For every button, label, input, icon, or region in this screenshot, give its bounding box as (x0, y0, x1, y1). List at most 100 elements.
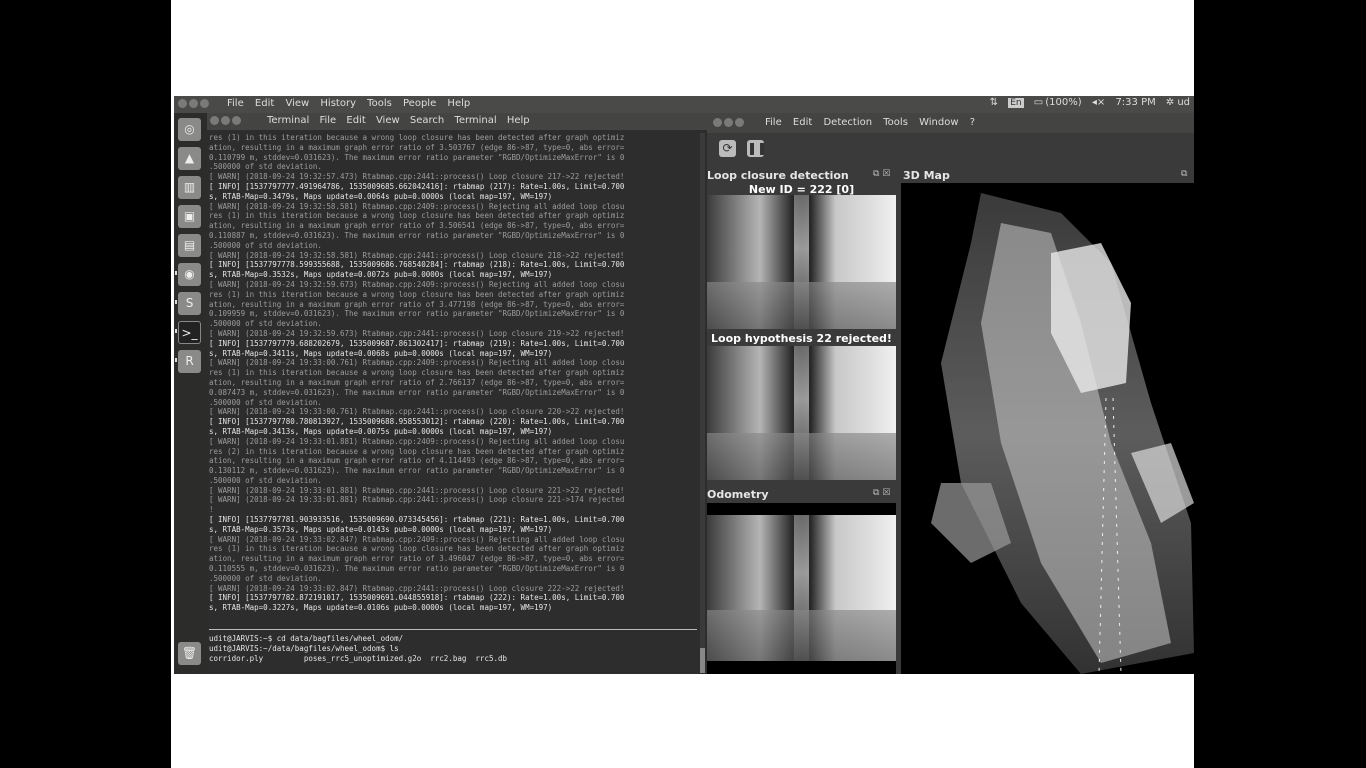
terminal-log-line: ation, resulting in a maximum graph erro… (209, 221, 625, 231)
menu-people[interactable]: People (403, 98, 436, 109)
terminal-log-line: [ INFO] [1537797782.872191017, 153500969… (209, 593, 625, 603)
rtabmap-menu: File Edit Detection Tools Window ? (765, 117, 983, 128)
terminal-log-line: [ WARN] (2018-09-24 19:33:00.761) Rtabma… (209, 407, 625, 417)
terminal-log-output[interactable]: res (1) in this iteration because a wron… (209, 133, 697, 613)
network-icon[interactable]: ⇅ (990, 97, 998, 108)
odometry-title: Odometry (707, 488, 769, 501)
maximize-icon[interactable] (200, 99, 209, 108)
volume-icon[interactable]: ◂× (1092, 97, 1105, 108)
loop-closure-title: Loop closure detection (707, 169, 849, 182)
rtabmap-window[interactable]: File Edit Detection Tools Window ? ⟳ ❚❚ … (707, 113, 1194, 674)
terminal-log-line: res (1) in this iteration because a wron… (209, 133, 625, 142)
terminal-log-line: ation, resulting in a maximum graph erro… (209, 377, 625, 387)
terminal-window-buttons (210, 116, 243, 127)
terminal-menu-edit[interactable]: Edit (346, 115, 365, 126)
close-icon[interactable] (210, 116, 219, 125)
terminal-menu: Terminal File Edit View Search Terminal … (267, 115, 537, 126)
terminal-log-line: [ WARN] (2018-09-24 19:32:59.673) Rtabma… (209, 328, 625, 338)
running-indicator (175, 329, 177, 333)
battery-text: (100%) (1045, 97, 1082, 108)
dock-float-close-icons[interactable]: ⧉ ☒ (873, 488, 890, 498)
odometry-view (707, 503, 896, 674)
terminal-log-line: [ INFO] [1537797781.903933516, 153500969… (209, 515, 625, 525)
file-manager-icon[interactable]: ▤ (178, 234, 201, 257)
chrome-icon[interactable]: ◉ (178, 263, 201, 286)
rtabmap-menu-tools[interactable]: Tools (883, 117, 908, 128)
dock-float-icon[interactable]: ⧉ (1181, 169, 1187, 179)
terminal-log-line: [ INFO] [1537797777.491964786, 153500968… (209, 181, 625, 191)
rtabmap-menu-detection[interactable]: Detection (823, 117, 872, 128)
minimize-icon[interactable] (724, 118, 733, 127)
terminal-menu-view[interactable]: View (376, 115, 400, 126)
sublime-text-icon[interactable]: S (178, 292, 201, 315)
terminal-log-line: 0.130112 m, stddev=0.031623). The maximu… (209, 466, 625, 476)
system-settings-icon[interactable]: ▥ (178, 176, 201, 199)
terminal-log-line: [ INFO] [1537797779.688202679, 153500968… (209, 338, 625, 348)
top-panel: File Edit View History Tools People Help… (174, 96, 1194, 113)
maximize-icon[interactable] (232, 116, 241, 125)
panel-menu: File Edit View History Tools People Help (227, 98, 478, 109)
clock[interactable]: 7:33 PM (1115, 97, 1155, 108)
terminal-log-line: res (1) in this iteration because a wron… (209, 211, 625, 221)
pause-icon[interactable]: ❚❚ (747, 140, 767, 157)
scrollbar-thumb[interactable] (700, 648, 705, 673)
ubuntu-dash-icon[interactable]: ◎ (178, 118, 201, 141)
system-tray: ⇅ En ▭ (100%) ◂× 7:33 PM ✲ ud (983, 97, 1190, 109)
terminal-log-line: s, RTAB-Map=0.3532s, Maps update=0.0072s… (209, 270, 553, 280)
terminal-menu-terminal[interactable]: Terminal (454, 115, 496, 126)
menu-file[interactable]: File (227, 98, 244, 109)
terminal-log-line: 0.110799 m, stddev=0.031623). The maximu… (209, 152, 625, 162)
terminal-log-line: s, RTAB-Map=0.3411s, Maps update=0.0068s… (209, 348, 553, 358)
terminal-log-line: [ WARN] (2018-09-24 19:32:59.673) Rtabma… (209, 279, 625, 289)
terminal-icon[interactable]: >_ (178, 321, 201, 344)
terminal-log-line: .500000 of std deviation. (209, 397, 322, 407)
terminal-log-line: .500000 of std deviation. (209, 240, 322, 250)
terminal-log-line: 0.087473 m, stddev=0.031623). The maximu… (209, 387, 625, 397)
terminal-log-line: ation, resulting in a maximum graph erro… (209, 554, 625, 564)
rtabmap-menu-window[interactable]: Window (919, 117, 958, 128)
terminal-log-line: 0.110555 m, stddev=0.031623). The maximu… (209, 564, 625, 574)
terminal-log-line: [ WARN] (2018-09-24 19:33:02.847) Rtabma… (209, 534, 625, 544)
rtabmap-menu-file[interactable]: File (765, 117, 782, 128)
map3d-view[interactable] (901, 183, 1194, 674)
software-center-icon[interactable]: ▣ (178, 205, 201, 228)
terminal-prompt-area[interactable]: udit@JARVIS:~$ cd data/bagfiles/wheel_od… (209, 634, 507, 663)
rtabmap-menu-help[interactable]: ? (970, 117, 975, 128)
terminal-title: Terminal (267, 115, 310, 126)
settings-gear-icon[interactable]: ✲ (1166, 97, 1174, 108)
terminal-window[interactable]: Terminal File Edit View Search Terminal … (207, 113, 707, 674)
minimize-icon[interactable] (221, 116, 230, 125)
terminal-log-line: res (1) in this iteration because a wron… (209, 289, 625, 299)
trash-icon[interactable]: 🗑 (178, 642, 201, 665)
refresh-icon[interactable]: ⟳ (719, 140, 736, 157)
menu-tools[interactable]: Tools (367, 98, 392, 109)
rtabmap-icon[interactable]: R (178, 350, 201, 373)
keyboard-language[interactable]: En (1008, 97, 1024, 108)
user-name[interactable]: ud (1177, 97, 1190, 108)
terminal-line: udit@JARVIS:~/data/bagfiles/wheel_odom$ … (209, 643, 399, 653)
dock-float-close-icons[interactable]: ⧉ ☒ (873, 169, 890, 179)
terminal-menu-help[interactable]: Help (507, 115, 530, 126)
launcher: ◎ ▲ ▥ ▣ ▤ ◉ S >_ R 🗑 (174, 113, 207, 674)
terminal-log-line: .500000 of std deviation. (209, 475, 322, 485)
rtabmap-menu-edit[interactable]: Edit (793, 117, 812, 128)
battery-icon[interactable]: ▭ (1034, 97, 1043, 108)
terminal-scrollbar[interactable] (700, 133, 705, 673)
terminal-log-line: 0.109959 m, stddev=0.031623). The maximu… (209, 309, 625, 319)
menu-history[interactable]: History (320, 98, 356, 109)
terminal-menu-file[interactable]: File (319, 115, 336, 126)
menu-edit[interactable]: Edit (255, 98, 274, 109)
menu-view[interactable]: View (285, 98, 309, 109)
close-icon[interactable] (713, 118, 722, 127)
terminal-line: udit@JARVIS:~$ cd data/bagfiles/wheel_od… (209, 634, 404, 643)
files-icon[interactable]: ▲ (178, 147, 201, 170)
maximize-icon[interactable] (735, 118, 744, 127)
menu-help[interactable]: Help (447, 98, 470, 109)
map3d-title: 3D Map (903, 169, 950, 182)
minimize-icon[interactable] (189, 99, 198, 108)
desktop-screen: File Edit View History Tools People Help… (174, 96, 1194, 674)
terminal-menu-search[interactable]: Search (410, 115, 444, 126)
terminal-log-line: res (1) in this iteration because a wron… (209, 544, 625, 554)
loop-image-view (707, 346, 896, 480)
close-icon[interactable] (178, 99, 187, 108)
